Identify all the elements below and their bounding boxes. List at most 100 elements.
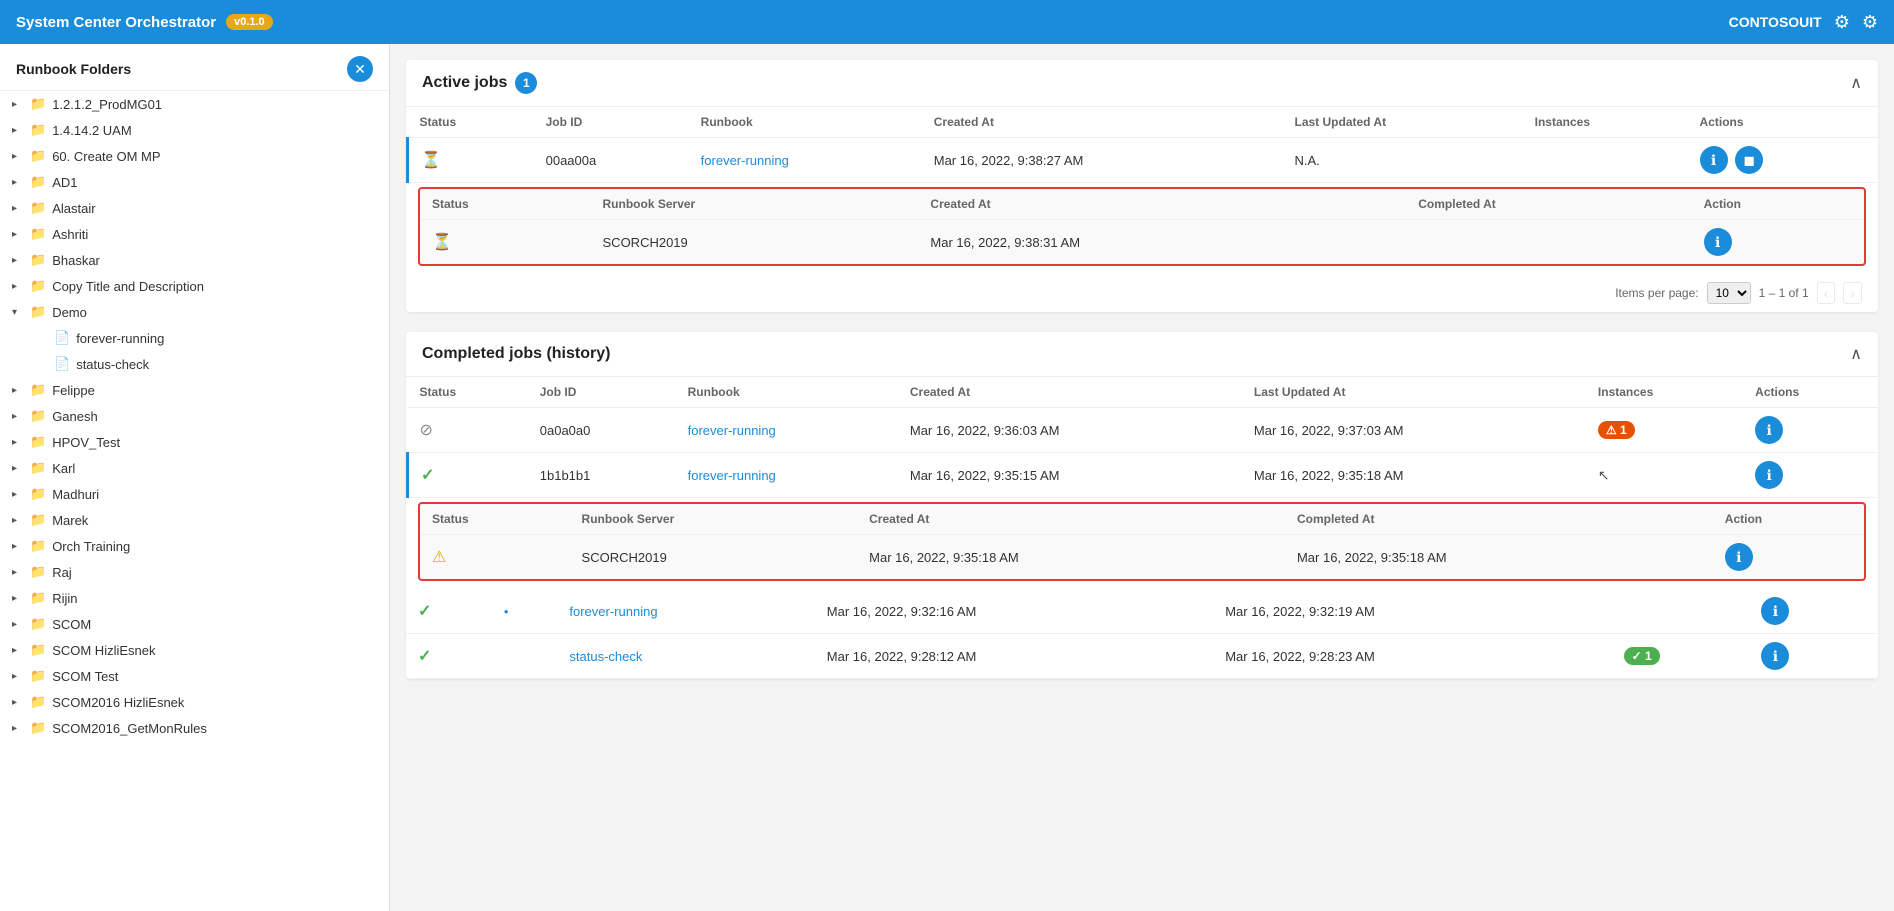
folder-icon: 📁 [30, 200, 46, 216]
table-row[interactable]: ✓ status-check Mar 16, 2022, 9:28:12 AM … [406, 634, 1878, 679]
stop-button[interactable]: ◼ [1735, 146, 1763, 174]
col-updated: Last Updated At [1242, 377, 1586, 408]
sidebar-item-demo[interactable]: ▾📁Demo [0, 299, 389, 325]
folder-icon: 📁 [30, 512, 46, 528]
completed-jobs-collapse-button[interactable]: ∧ [1850, 344, 1862, 364]
runbook-link[interactable]: forever-running [701, 153, 789, 168]
sidebar-item-hpov[interactable]: ▸📁HPOV_Test [0, 429, 389, 455]
folder-icon: 📁 [30, 616, 46, 632]
table-row[interactable]: ✓ • forever-running Mar 16, 2022, 9:32:1… [406, 589, 1878, 634]
settings-icon[interactable]: ⚙ [1834, 12, 1850, 33]
folder-arrow-icon: ▸ [12, 619, 24, 630]
runbook-link[interactable]: forever-running [688, 468, 776, 483]
folder-icon: 📁 [30, 148, 46, 164]
table-row[interactable]: ⊘ 0a0a0a0 forever-running Mar 16, 2022, … [408, 408, 1879, 453]
sub-col-action: Action [1692, 189, 1864, 220]
hourglass-icon: ⏳ [421, 152, 441, 169]
updated-cell: Mar 16, 2022, 9:32:19 AM [1213, 589, 1611, 634]
sidebar-scroll[interactable]: ▸📁1.2.1.2_ProdMG01▸📁1.4.14.2 UAM▸📁60. Cr… [0, 91, 389, 911]
sidebar-item-bhaskar[interactable]: ▸📁Bhaskar [0, 247, 389, 273]
sidebar-item-scomtest[interactable]: ▸📁SCOM Test [0, 663, 389, 689]
jobid-cell: 00aa00a [534, 138, 689, 183]
sidebar-item-scom2016get[interactable]: ▸📁SCOM2016_GetMonRules [0, 715, 389, 741]
sidebar-item-ad1[interactable]: ▸📁AD1 [0, 169, 389, 195]
pagination-range: 1 – 1 of 1 [1759, 286, 1809, 300]
sub-col-server: Runbook Server [591, 189, 919, 220]
info-button[interactable]: ℹ [1755, 416, 1783, 444]
created-cell: Mar 16, 2022, 9:36:03 AM [898, 408, 1242, 453]
actions-cell: ℹ [1749, 589, 1878, 634]
sub-info-button[interactable]: ℹ [1704, 228, 1732, 256]
runbook-cell: forever-running [676, 453, 898, 498]
sidebar-item-label: Alastair [52, 201, 381, 216]
active-jobs-collapse-button[interactable]: ∧ [1850, 73, 1862, 93]
folder-arrow-icon: ▸ [12, 593, 24, 604]
prev-page-button[interactable]: ‹ [1817, 282, 1836, 304]
sidebar-item-label: SCOM2016_GetMonRules [52, 721, 381, 736]
sidebar-item-scom2016hizli[interactable]: ▸📁SCOM2016 HizliEsnek [0, 689, 389, 715]
actions-cell: ℹ [1743, 453, 1878, 498]
info-button[interactable]: ℹ [1755, 461, 1783, 489]
jobid-cell: • [492, 589, 558, 634]
sidebar-item-status-check[interactable]: 📄status-check [0, 351, 389, 377]
folder-arrow-icon: ▸ [12, 125, 24, 136]
sidebar-item-forever-running[interactable]: 📄forever-running [0, 325, 389, 351]
active-jobs-header: Active jobs 1 ∧ [406, 60, 1878, 107]
success-instance-badge: ✓ 1 [1624, 647, 1660, 665]
folder-icon: 📁 [30, 460, 46, 476]
sub-created-cell: Mar 16, 2022, 9:35:18 AM [857, 535, 1285, 580]
folder-icon: 📁 [30, 668, 46, 684]
folder-arrow-icon: ▸ [12, 177, 24, 188]
items-per-page-select[interactable]: 10 25 50 [1707, 282, 1751, 304]
actions-cell: ℹ [1743, 408, 1878, 453]
next-page-button[interactable]: › [1843, 282, 1862, 304]
folder-icon: 📁 [30, 694, 46, 710]
sidebar-item-1414[interactable]: ▸📁1.4.14.2 UAM [0, 117, 389, 143]
sidebar-item-60[interactable]: ▸📁60. Create OM MP [0, 143, 389, 169]
sidebar-item-ashriti[interactable]: ▸📁Ashriti [0, 221, 389, 247]
sidebar-item-karl[interactable]: ▸📁Karl [0, 455, 389, 481]
sidebar-item-label: Karl [52, 461, 381, 476]
runbook-link[interactable]: status-check [569, 649, 642, 664]
instances-cell: ↖ [1586, 453, 1743, 498]
folder-arrow-icon: ▸ [12, 99, 24, 110]
instances-cell: ⚠ 1 [1586, 408, 1743, 453]
runbook-cell: forever-running [689, 138, 922, 183]
info-button[interactable]: ℹ [1761, 642, 1789, 670]
col-jobid: Job ID [534, 107, 689, 138]
folder-arrow-icon: ▸ [12, 411, 24, 422]
account-icon[interactable]: ⚙ [1862, 12, 1878, 33]
col-created: Created At [922, 107, 1283, 138]
completed-jobs-section: Completed jobs (history) ∧ Status Job ID… [406, 332, 1878, 679]
sidebar-item-copytitle[interactable]: ▸📁Copy Title and Description [0, 273, 389, 299]
folder-arrow-icon: ▸ [12, 671, 24, 682]
sub-completed-cell [1406, 220, 1691, 265]
folder-icon: 📁 [30, 434, 46, 450]
sidebar-item-label: Orch Training [52, 539, 381, 554]
sidebar-item-madhuri[interactable]: ▸📁Madhuri [0, 481, 389, 507]
table-row[interactable]: ✓ 1b1b1b1 forever-running Mar 16, 2022, … [408, 453, 1879, 498]
folder-icon: 📁 [30, 96, 46, 112]
sidebar-item-alastair[interactable]: ▸📁Alastair [0, 195, 389, 221]
sidebar-item-marek[interactable]: ▸📁Marek [0, 507, 389, 533]
sidebar-item-ganesh[interactable]: ▸📁Ganesh [0, 403, 389, 429]
sidebar-item-rijin[interactable]: ▸📁Rijin [0, 585, 389, 611]
info-button[interactable]: ℹ [1761, 597, 1789, 625]
close-sidebar-button[interactable]: ✕ [347, 56, 373, 82]
sidebar-item-felippe[interactable]: ▸📁Felippe [0, 377, 389, 403]
table-row[interactable]: ⏳ 00aa00a forever-running Mar 16, 2022, … [408, 138, 1879, 183]
info-button[interactable]: ℹ [1700, 146, 1728, 174]
sub-col-created: Created At [918, 189, 1406, 220]
completed-jobs-table-extra: ✓ • forever-running Mar 16, 2022, 9:32:1… [406, 589, 1878, 679]
sidebar-item-label: SCOM [52, 617, 381, 632]
sidebar-item-raj[interactable]: ▸📁Raj [0, 559, 389, 585]
folder-arrow-icon: ▸ [12, 541, 24, 552]
sidebar-item-scom[interactable]: ▸ 📁 SCOM [0, 611, 389, 637]
sidebar-item-1212[interactable]: ▸📁1.2.1.2_ProdMG01 [0, 91, 389, 117]
sidebar-item-scomhizli[interactable]: ▸📁SCOM HizliEsnek [0, 637, 389, 663]
runbook-link[interactable]: forever-running [569, 604, 657, 619]
sidebar-item-orchtraining[interactable]: ▸📁Orch Training [0, 533, 389, 559]
sub-info-button[interactable]: ℹ [1725, 543, 1753, 571]
sidebar-item-label: Felippe [52, 383, 381, 398]
runbook-link[interactable]: forever-running [688, 423, 776, 438]
